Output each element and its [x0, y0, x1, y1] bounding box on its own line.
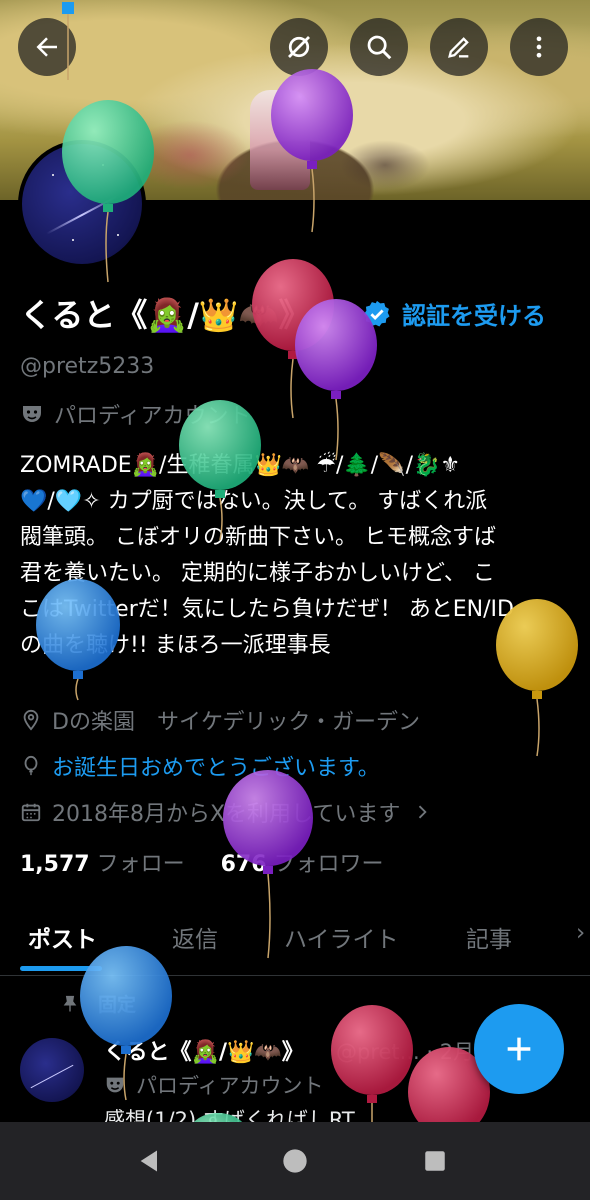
followers-label: フォロワー	[273, 852, 384, 877]
nav-home-button[interactable]	[265, 1122, 325, 1200]
circle-home-icon	[283, 1149, 307, 1173]
nav-back-button[interactable]	[120, 1122, 180, 1200]
follow-stats: 1,577 フォロー 676 フォロワー	[20, 846, 384, 878]
birthday-text[interactable]: お誕生日おめでとうございます。	[52, 750, 380, 782]
profile-avatar[interactable]	[18, 140, 146, 268]
avatar-shooting-star	[46, 195, 118, 235]
banner-art-detail	[130, 120, 250, 190]
edit-icon	[448, 37, 469, 58]
bio-line: こはTwitterだ！気にしたら負けだぜ！ あとEN/ID	[20, 597, 514, 622]
tab-articles[interactable]: 記事	[466, 920, 512, 954]
get-verified-label: 認証を受ける	[402, 302, 546, 330]
more-icon	[536, 36, 542, 58]
square-recents-icon	[425, 1151, 445, 1171]
avatar-shooting-star	[30, 1064, 74, 1089]
compose-post-button[interactable]	[474, 1004, 564, 1094]
post-author-name[interactable]: くると《🧟‍♀️/👑🦇》	[104, 1034, 304, 1066]
tab-posts[interactable]: ポスト	[28, 920, 97, 954]
joined-text: 2018年8月からXを利用しています	[52, 802, 401, 827]
triangle-back-icon	[140, 1150, 157, 1172]
more-button[interactable]	[510, 18, 568, 76]
profile-tabs: ポスト 返信 ハイライト 記事 ›	[0, 920, 590, 976]
avatar-star	[72, 239, 74, 241]
location-pin-icon	[20, 709, 42, 731]
search-button[interactable]	[350, 18, 408, 76]
tab-highlights[interactable]: ハイライト	[284, 920, 399, 954]
pinned-indicator: 固定	[60, 990, 136, 1017]
nav-recents-button[interactable]	[405, 1122, 465, 1200]
edit-button[interactable]	[430, 18, 488, 76]
verified-badge-icon	[363, 300, 390, 326]
post-parody-row: パロディアカウント	[104, 1070, 324, 1100]
get-verified-button[interactable]: 認証を受ける	[362, 296, 546, 331]
avatar-star	[117, 234, 119, 236]
following-count: 1,577	[20, 852, 90, 877]
search-icon	[367, 35, 392, 60]
profile-name: くると《🧟‍♀️/👑🦇》	[20, 296, 311, 334]
plus-icon	[507, 1037, 531, 1061]
grok-button[interactable]	[270, 18, 328, 76]
avatar-star	[52, 174, 54, 176]
tab-replies[interactable]: 返信	[172, 920, 218, 954]
post-parody-label: パロディアカウント	[136, 1074, 324, 1098]
bio-line: 君を養いたい。 定期的に様子おかしいけど、 こ	[20, 561, 495, 586]
bio-line: 閥筆頭。 こぼオリの新曲下さい。 ヒモ概念すば	[20, 525, 496, 550]
post-author-avatar[interactable]	[20, 1038, 84, 1102]
profile-handle: @pretz5233	[20, 354, 155, 379]
parody-label-row: パロディアカウント	[20, 398, 250, 430]
banner-art-detail	[340, 140, 430, 190]
profile-bio: ZOMRADE🧟‍♀️/生稚眷属👑🦇 ☔/🌲/🪶/🐉⚜ 💙/🩵✧ カプ厨ではない…	[20, 448, 580, 664]
chevron-right-icon	[419, 805, 428, 819]
following-label: フォロー	[96, 852, 185, 877]
calendar-icon	[20, 801, 42, 823]
back-arrow-icon	[36, 37, 57, 57]
bio-line: の曲を聴け!! まほろ一派理事長	[20, 633, 331, 658]
tabs-scroll-more[interactable]: ›	[576, 920, 585, 946]
theater-mask-icon	[106, 1077, 124, 1093]
grok-icon	[288, 36, 310, 58]
theater-mask-icon	[23, 406, 41, 422]
followers-link[interactable]: 676 フォロワー	[221, 852, 384, 877]
balloon	[252, 259, 334, 419]
parody-label: パロディアカウント	[54, 404, 251, 429]
avatar-star	[102, 164, 104, 166]
location-row: Dの楽園 サイケデリック・ガーデン	[20, 704, 420, 736]
banner-art-figure	[250, 90, 310, 190]
back-button[interactable]	[18, 18, 76, 76]
active-tab-indicator	[20, 966, 102, 971]
system-navigation-bar	[0, 1122, 590, 1200]
bio-line: ZOMRADE🧟‍♀️/生稚眷属👑🦇 ☔/🌲/🪶/🐉⚜	[20, 453, 461, 478]
following-link[interactable]: 1,577 フォロー	[20, 852, 185, 877]
birthday-row[interactable]: お誕生日おめでとうございます。	[20, 750, 380, 782]
profile-name-row: くると《🧟‍♀️/👑🦇》	[20, 290, 311, 336]
pinned-label: 固定	[98, 994, 137, 1016]
pin-icon	[63, 995, 77, 1011]
balloon-icon	[20, 755, 42, 777]
location-text: Dの楽園 サイケデリック・ガーデン	[52, 710, 421, 735]
post-handle-time: @pret... · 2月	[336, 1040, 475, 1064]
followers-count: 676	[220, 852, 267, 877]
bio-line: 💙/🩵✧ カプ厨ではない。決して。 すばくれ派	[20, 489, 488, 514]
joined-row[interactable]: 2018年8月からXを利用しています	[20, 796, 432, 828]
